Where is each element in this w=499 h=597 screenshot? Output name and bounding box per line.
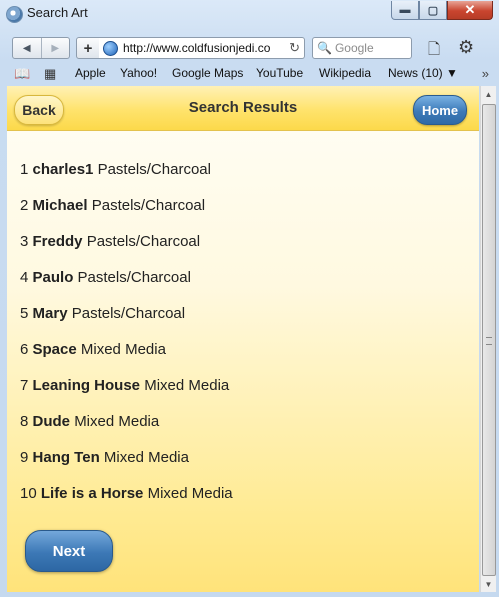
result-medium: Mixed Media xyxy=(147,485,233,502)
bookmarks-bar: 📖 ▦ Apple Yahoo! Google Maps YouTube Wik… xyxy=(0,64,499,84)
add-bookmark-button[interactable]: + xyxy=(76,37,100,59)
title-bar: Search Art ▬ ▢ ✕ xyxy=(0,0,499,28)
url-text[interactable]: http://www.coldfusionjedi.co xyxy=(123,41,289,55)
list-item[interactable]: 10 Life is a Horse Mixed Media xyxy=(20,485,460,521)
bookmark-google-maps[interactable]: Google Maps xyxy=(172,66,243,80)
bookmark-youtube[interactable]: YouTube xyxy=(256,66,303,80)
result-name: Leaning House xyxy=(32,377,141,394)
list-item[interactable]: 8 Dude Mixed Media xyxy=(20,413,460,449)
result-medium: Mixed Media xyxy=(103,449,189,466)
page-header: Back Search Results Home xyxy=(7,86,479,131)
result-medium: Pastels/Charcoal xyxy=(97,161,211,178)
result-number: 8 xyxy=(20,413,29,430)
result-name: Dude xyxy=(32,413,71,430)
list-item[interactable]: 6 Space Mixed Media xyxy=(20,341,460,377)
vertical-scrollbar[interactable]: ▲ ▼ xyxy=(480,86,496,592)
more-bookmarks-icon[interactable]: » xyxy=(482,66,489,81)
nav-buttons: ◀ ▶ xyxy=(12,37,70,59)
settings-gear-icon[interactable]: ⚙ xyxy=(458,37,474,58)
result-medium: Mixed Media xyxy=(74,413,160,430)
results-list: 1 charles1 Pastels/Charcoal 2 Michael Pa… xyxy=(20,161,460,521)
browser-window: Search Art ▬ ▢ ✕ ◀ ▶ + http://www.coldfu… xyxy=(0,0,499,597)
list-item[interactable]: 4 Paulo Pastels/Charcoal xyxy=(20,269,460,305)
result-medium: Pastels/Charcoal xyxy=(77,269,191,286)
result-name: Mary xyxy=(32,305,68,322)
scrollbar-thumb[interactable] xyxy=(482,104,496,576)
result-name: charles1 xyxy=(32,161,94,178)
list-item[interactable]: 1 charles1 Pastels/Charcoal xyxy=(20,161,460,197)
page-viewport: Back Search Results Home 1 charles1 Past… xyxy=(7,86,479,592)
grid-icon[interactable]: ▦ xyxy=(44,66,56,82)
bookmark-apple[interactable]: Apple xyxy=(75,66,106,80)
scrollbar-grip xyxy=(486,337,492,345)
window-controls: ▬ ▢ ✕ xyxy=(391,1,493,20)
list-item[interactable]: 2 Michael Pastels/Charcoal xyxy=(20,197,460,233)
result-number: 10 xyxy=(20,485,37,502)
result-number: 3 xyxy=(20,233,29,250)
result-medium: Mixed Media xyxy=(80,341,166,358)
forward-arrow-icon[interactable]: ▶ xyxy=(40,38,70,58)
list-item[interactable]: 3 Freddy Pastels/Charcoal xyxy=(20,233,460,269)
browser-toolbar: ◀ ▶ + http://www.coldfusionjedi.co ↻ 🔍 G… xyxy=(0,32,499,62)
maximize-button[interactable]: ▢ xyxy=(419,1,447,20)
reload-icon[interactable]: ↻ xyxy=(289,40,300,56)
list-item[interactable]: 9 Hang Ten Mixed Media xyxy=(20,449,460,485)
globe-icon xyxy=(103,40,118,56)
result-number: 1 xyxy=(20,161,29,178)
scroll-down-icon[interactable]: ▼ xyxy=(481,576,496,592)
result-name: Life is a Horse xyxy=(40,485,144,502)
result-name: Hang Ten xyxy=(32,449,100,466)
result-name: Freddy xyxy=(32,233,83,250)
result-number: 7 xyxy=(20,377,29,394)
bookmark-wikipedia[interactable]: Wikipedia xyxy=(319,66,371,80)
book-icon[interactable]: 📖 xyxy=(14,66,30,82)
result-medium: Mixed Media xyxy=(144,377,230,394)
result-number: 4 xyxy=(20,269,29,286)
browser-app-icon xyxy=(6,6,23,23)
result-medium: Pastels/Charcoal xyxy=(86,233,201,250)
result-medium: Pastels/Charcoal xyxy=(71,305,186,322)
result-name: Space xyxy=(32,341,77,358)
close-button[interactable]: ✕ xyxy=(447,1,493,20)
result-number: 9 xyxy=(20,449,29,466)
search-placeholder: Google xyxy=(334,41,374,55)
page-menu-icon[interactable]: 🗋 xyxy=(428,39,440,64)
search-icon[interactable]: 🔍 xyxy=(317,41,332,55)
result-number: 6 xyxy=(20,341,29,358)
result-medium: Pastels/Charcoal xyxy=(91,197,206,214)
page-title: Search Results xyxy=(188,99,298,116)
address-bar[interactable]: http://www.coldfusionjedi.co ↻ xyxy=(99,37,305,59)
search-input[interactable]: 🔍 Google xyxy=(312,37,412,59)
list-item[interactable]: 5 Mary Pastels/Charcoal xyxy=(20,305,460,341)
next-button[interactable]: Next xyxy=(25,530,113,572)
result-name: Michael xyxy=(32,197,88,214)
bookmark-news[interactable]: News (10) ▼ xyxy=(388,66,458,80)
bookmark-yahoo[interactable]: Yahoo! xyxy=(120,66,157,80)
minimize-button[interactable]: ▬ xyxy=(391,1,419,20)
home-button[interactable]: Home xyxy=(413,95,467,125)
window-title: Search Art xyxy=(27,5,88,20)
list-item[interactable]: 7 Leaning House Mixed Media xyxy=(20,377,460,413)
scroll-up-icon[interactable]: ▲ xyxy=(481,86,496,102)
back-arrow-icon[interactable]: ◀ xyxy=(13,38,41,58)
result-number: 5 xyxy=(20,305,29,322)
result-name: Paulo xyxy=(32,269,74,286)
result-number: 2 xyxy=(20,197,29,214)
